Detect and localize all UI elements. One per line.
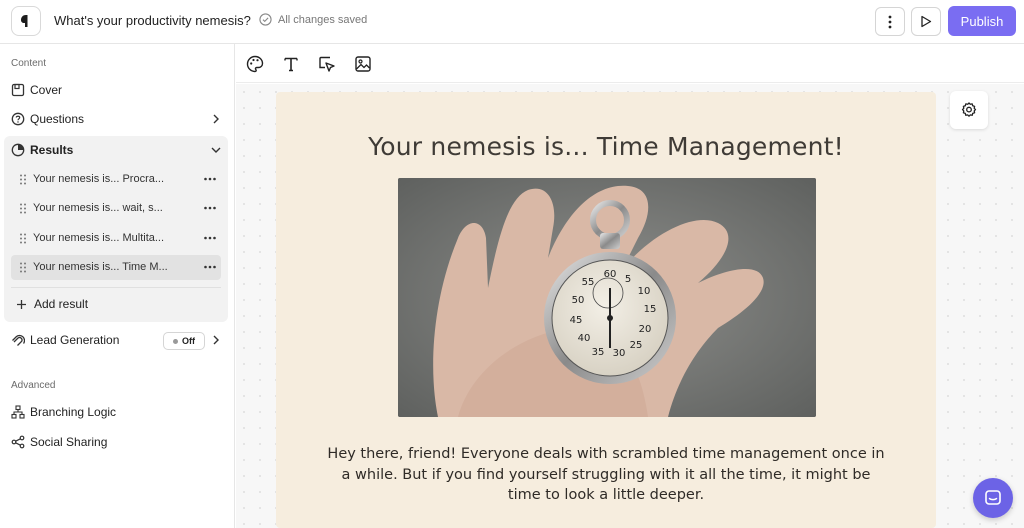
sidebar-item-label: Branching Logic [30,405,117,419]
chevron-right-icon [213,114,219,124]
advanced-section-label: Advanced [11,380,56,391]
logo-icon [21,15,28,27]
image-icon[interactable] [354,55,372,73]
stopwatch-photo: 55 60 5 10 15 20 25 30 35 40 45 50 [398,178,816,417]
stopwatch-number: 55 [582,277,595,288]
more-horizontal-icon[interactable] [203,261,217,273]
vertical-dots-icon [888,15,892,28]
stopwatch-number: 25 [630,340,643,351]
result-image[interactable]: 55 60 5 10 15 20 25 30 35 40 45 50 [398,178,816,417]
publish-button[interactable]: Publish [948,6,1016,36]
lead-generation-toggle[interactable]: Off [163,332,205,350]
save-status-text: All changes saved [278,13,368,26]
drag-handle-icon[interactable] [19,203,27,214]
sidebar-item-label: Cover [30,83,63,97]
stopwatch-number: 10 [638,286,651,297]
more-horizontal-icon[interactable] [203,232,217,244]
stopwatch-number: 15 [644,304,657,315]
text-icon[interactable] [282,55,300,73]
sidebar-item-questions[interactable]: Questions [4,105,228,133]
result-item[interactable]: Your nemesis is... Multita... [11,226,221,251]
branching-icon [11,405,25,419]
drag-handle-icon[interactable] [19,233,27,244]
result-description[interactable]: Hey there, friend! Everyone deals with s… [326,444,886,506]
sidebar-item-results[interactable]: Results [4,136,228,164]
card-settings-button[interactable] [950,91,988,129]
sidebar-item-social-sharing[interactable]: Social Sharing [4,428,228,456]
sidebar-item-label: Lead Generation [30,333,120,347]
results-chart-icon [11,143,25,157]
app-logo[interactable] [11,6,41,36]
content-section-label: Content [11,58,47,69]
share-icon [11,435,25,449]
results-group: Results Your nemesis is... Procra... You… [4,136,228,322]
question-circle-icon [11,112,25,126]
add-result-button[interactable]: Add result [16,297,88,311]
play-icon [921,15,932,28]
stopwatch-number: 5 [625,274,631,285]
sidebar-item-label: Social Sharing [30,435,108,449]
quiz-title[interactable]: What's your productivity nemesis? [54,13,251,28]
cover-icon [11,83,25,97]
stopwatch-number: 45 [570,315,583,326]
stopwatch-number: 40 [578,333,591,344]
status-dot [173,338,178,344]
cursor-select-icon[interactable] [318,55,336,73]
result-card[interactable]: Your nemesis is... Time Management! 55 6… [276,92,936,528]
chevron-down-icon [211,147,221,153]
result-item-label: Your nemesis is... wait, s... [33,202,163,214]
result-item-label: Your nemesis is... Multita... [33,232,165,244]
sidebar-item-label: Results [30,143,74,157]
divider [11,287,221,288]
more-options-button[interactable] [875,7,905,36]
more-horizontal-icon[interactable] [203,173,217,185]
editor-canvas: Your nemesis is... Time Management! 55 6… [236,84,1024,528]
lead-magnet-icon [12,334,25,346]
stopwatch-number: 50 [572,295,585,306]
result-item-selected[interactable]: Your nemesis is... Time M... [11,255,221,280]
stopwatch-number: 60 [604,269,617,280]
add-result-label: Add result [34,297,89,311]
drag-handle-icon[interactable] [19,174,27,185]
toggle-status-label: Off [182,336,195,346]
support-chat-button[interactable] [973,478,1013,518]
chat-icon [985,490,1001,505]
drag-handle-icon[interactable] [19,262,27,273]
stopwatch-number: 35 [592,347,605,358]
result-title[interactable]: Your nemesis is... Time Management! [276,132,936,161]
result-item-label: Your nemesis is... Time M... [33,261,168,273]
result-item[interactable]: Your nemesis is... wait, s... [11,196,221,221]
more-horizontal-icon[interactable] [203,202,217,214]
sidebar-item-lead-generation[interactable]: Lead Generation Off [4,326,228,354]
stopwatch-number: 30 [613,348,626,359]
chevron-right-icon [213,335,219,345]
palette-icon[interactable] [246,55,264,73]
plus-icon [17,299,26,309]
sidebar: Content Cover Questions Results Your nem… [0,44,235,528]
result-item[interactable]: Your nemesis is... Procra... [11,167,221,192]
sidebar-item-cover[interactable]: Cover [4,76,228,104]
sidebar-item-label: Questions [30,112,85,126]
sidebar-item-branching-logic[interactable]: Branching Logic [4,398,228,426]
check-circle-icon [259,13,272,26]
top-bar: What's your productivity nemesis? All ch… [0,0,1024,44]
stopwatch-number: 20 [639,324,652,335]
editor-toolbar [236,45,1024,83]
preview-button[interactable] [911,7,941,36]
save-status: All changes saved [259,13,367,26]
gear-icon [961,102,977,117]
result-item-label: Your nemesis is... Procra... [33,173,165,185]
